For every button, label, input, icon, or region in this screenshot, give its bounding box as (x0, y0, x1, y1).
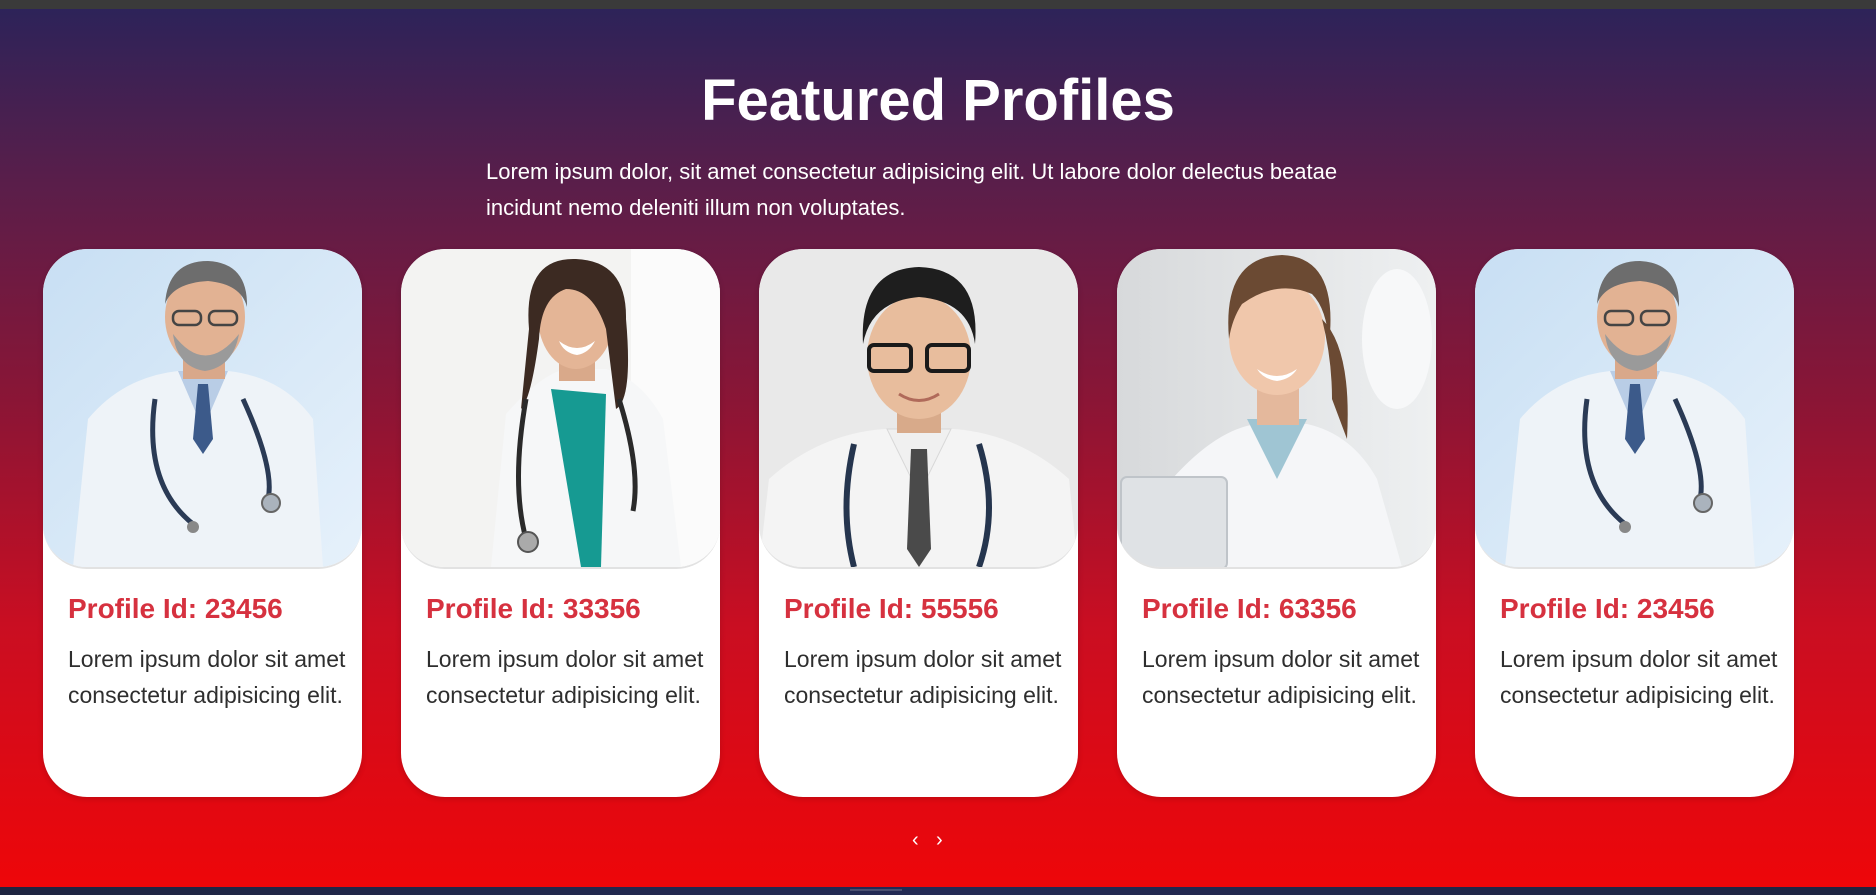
browser-top-bar (0, 0, 1876, 9)
profile-photo (1117, 249, 1436, 569)
carousel-next-button[interactable]: › (936, 829, 943, 851)
profile-description: Lorem ipsum dolor sit amet consectetur a… (784, 646, 1062, 708)
profile-id: Profile Id: 55556 (784, 593, 999, 624)
profile-card[interactable]: Profile Id: 23456 Lorem ipsum dolor sit … (1475, 249, 1794, 797)
profile-card[interactable]: Profile Id: 55556 Lorem ipsum dolor sit … (759, 249, 1078, 797)
profile-description: Lorem ipsum dolor sit amet consectetur a… (68, 646, 346, 708)
taskbar-indicator (850, 889, 902, 891)
profile-description: Lorem ipsum dolor sit amet consectetur a… (1142, 646, 1420, 708)
profile-photo (43, 249, 362, 569)
profile-card[interactable]: Profile Id: 23456 Lorem ipsum dolor sit … (43, 249, 362, 797)
profile-id: Profile Id: 63356 (1142, 593, 1357, 624)
profile-description: Lorem ipsum dolor sit amet consectetur a… (1500, 646, 1778, 708)
taskbar (0, 887, 1876, 895)
profile-id: Profile Id: 33356 (426, 593, 641, 624)
doctor-photo-icon (1475, 249, 1794, 567)
doctor-photo-icon (401, 249, 720, 567)
carousel-prev-button[interactable]: ‹ (912, 829, 919, 851)
profile-card[interactable]: Profile Id: 63356 Lorem ipsum dolor sit … (1117, 249, 1436, 797)
profile-photo (1475, 249, 1794, 569)
profile-card[interactable]: Profile Id: 33356 Lorem ipsum dolor sit … (401, 249, 720, 797)
profile-id: Profile Id: 23456 (1500, 593, 1715, 624)
profile-photo (401, 249, 720, 569)
doctor-photo-icon (43, 249, 362, 567)
profile-photo (759, 249, 1078, 569)
section-subtitle: Lorem ipsum dolor, sit amet consectetur … (486, 159, 1338, 220)
profile-description: Lorem ipsum dolor sit amet consectetur a… (426, 646, 704, 708)
profile-id: Profile Id: 23456 (68, 593, 283, 624)
section-title: Featured Profiles (701, 68, 1175, 133)
doctor-photo-icon (759, 249, 1078, 567)
doctor-photo-icon (1117, 249, 1436, 567)
